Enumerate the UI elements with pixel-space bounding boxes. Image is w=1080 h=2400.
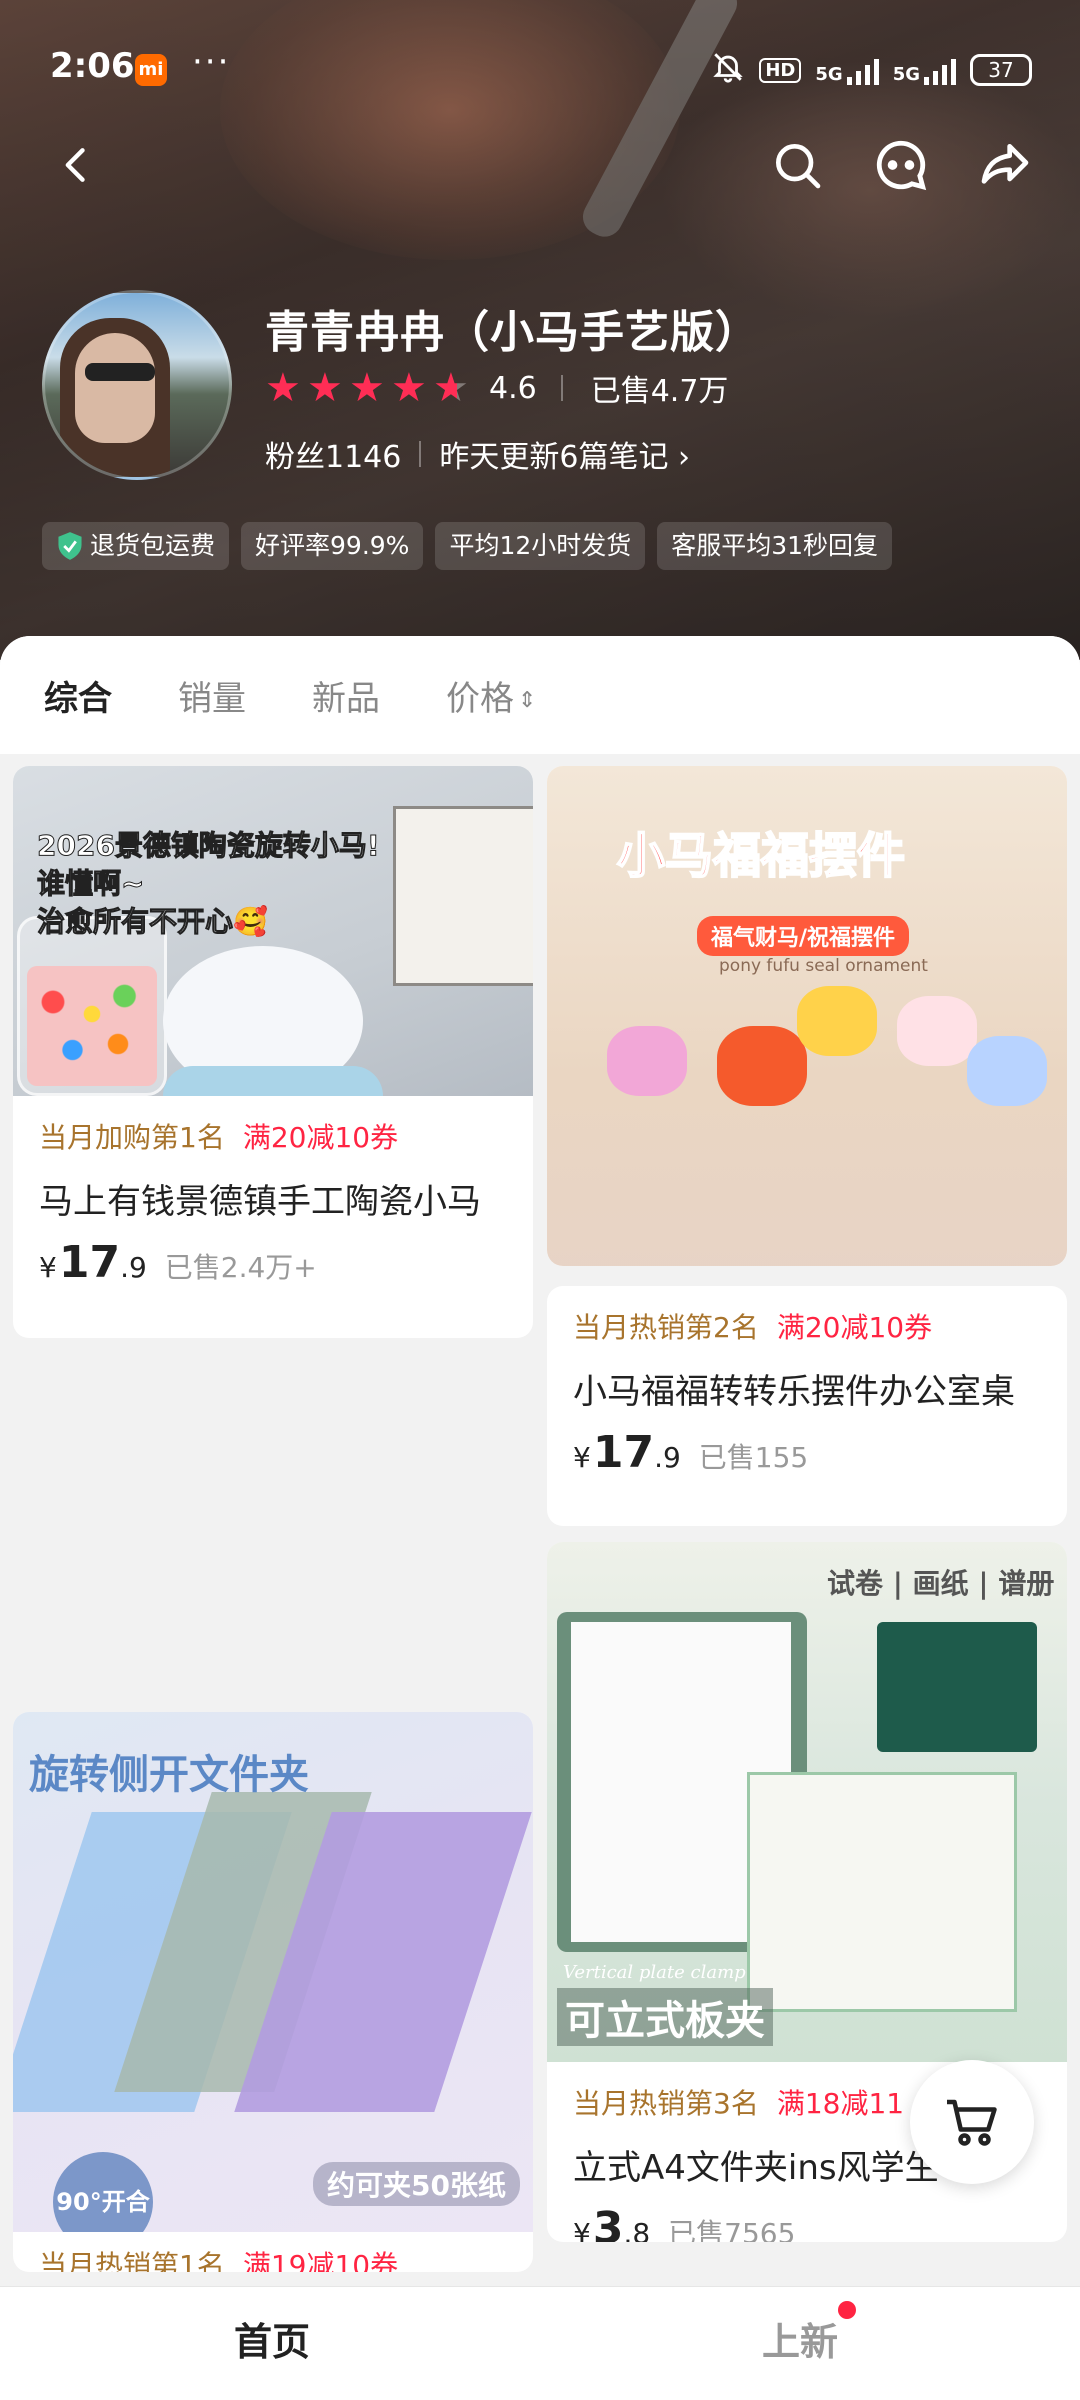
shop-rating: 4.6 xyxy=(489,370,537,406)
price: ¥3.8 已售7565 xyxy=(573,2203,1047,2242)
product-title: 小马福福转转乐摆件办公室桌 xyxy=(573,1372,1015,1412)
share-button[interactable] xyxy=(970,130,1040,200)
sort-tab-price[interactable]: 价格 ⇕ xyxy=(446,671,536,720)
product-image-1[interactable]: 2026景德镇陶瓷旋转小马! 谁懂啊~ 治愈所有不开心🥰 xyxy=(13,766,533,1096)
sold-count: 已售2.4万+ xyxy=(164,1251,317,1284)
search-icon xyxy=(776,144,821,189)
sort-arrows-icon: ⇕ xyxy=(518,687,537,713)
product-image-2[interactable]: 小马福福摆件 福气财马/祝福摆件 pony fufu seal ornament xyxy=(547,766,1067,1266)
shop-stats-row: 粉丝1146 昨天更新6篇笔记 › xyxy=(265,432,690,476)
product-card-2[interactable]: 小马福福摆件 福气财马/祝福摆件 pony fufu seal ornament xyxy=(547,766,1067,1266)
sort-tab-all[interactable]: 综合 xyxy=(44,671,112,720)
share-icon xyxy=(981,144,1029,184)
status-bar: 2:06 mi ··· HD 5G 5G 37 xyxy=(0,40,1080,100)
search-button[interactable] xyxy=(762,130,832,200)
sort-tab-sales[interactable]: 销量 xyxy=(178,671,246,720)
star-icon: ★ xyxy=(307,365,343,411)
shop-name[interactable]: 青青冉冉（小马手艺版） xyxy=(265,296,760,360)
shopping-cart-icon xyxy=(947,2099,997,2146)
hd-icon: HD xyxy=(759,57,802,83)
sort-tabs: 综合 销量 新品 价格 ⇕ xyxy=(0,636,1080,754)
chevron-right-icon: › xyxy=(678,440,690,475)
product-title: 马上有钱景德镇手工陶瓷小马 xyxy=(39,1182,481,1222)
more-notifications-icon: ··· xyxy=(192,42,231,82)
rank-badge: 当月加购第1名 xyxy=(39,1121,225,1154)
new-notification-dot xyxy=(838,2301,856,2319)
coupon-badge: 满20减10券 xyxy=(242,1121,399,1154)
service-tag-return: 退货包运费 xyxy=(42,522,230,570)
back-button[interactable] xyxy=(42,130,112,200)
shop-rating-row: ★ ★ ★ ★ ★ 4.6 已售4.7万 xyxy=(265,366,728,410)
price: ¥17.9 已售155 xyxy=(573,1427,809,1478)
sold-count: 已售7565 xyxy=(668,2217,796,2242)
status-time: 2:06 xyxy=(50,46,135,86)
chat-bubble-icon xyxy=(876,140,927,191)
product-card-1[interactable]: 2026景德镇陶瓷旋转小马! 谁懂啊~ 治愈所有不开心🥰 当月加购第1名 满20减… xyxy=(13,766,533,1338)
star-icon: ★ xyxy=(391,365,427,411)
signal-2: 5G xyxy=(893,55,956,85)
mute-bell-icon xyxy=(711,50,745,90)
shield-check-icon xyxy=(58,532,82,560)
mi-app-icon: mi xyxy=(135,54,167,86)
sold-count: 已售155 xyxy=(698,1441,809,1474)
price: ¥17.9 已售2.4万+ xyxy=(39,1237,317,1288)
half-star-icon: ★ xyxy=(433,368,473,408)
shop-sold: 已售4.7万 xyxy=(590,374,729,409)
product-image-4[interactable]: 试卷 | 画纸 | 谱册 Vertical plate clamp 可立式板夹 xyxy=(547,1542,1067,2062)
message-button[interactable] xyxy=(866,130,936,200)
product-image-3[interactable]: 旋转侧开文件夹 约可夹50张纸 90°开合 xyxy=(13,1712,533,2232)
bottom-nav: 首页 上新 xyxy=(0,2286,1080,2400)
service-tag-shipping: 平均12小时发货 xyxy=(435,522,646,570)
shop-service-tags: 退货包运费 好评率99.9% 平均12小时发货 客服平均31秒回复 xyxy=(42,522,893,570)
battery-icon: 37 xyxy=(970,54,1032,86)
nav-home[interactable]: 首页 xyxy=(234,2311,310,2366)
signal-1: 5G xyxy=(815,55,879,85)
star-icon: ★ xyxy=(265,365,301,411)
shop-fans: 粉丝1146 xyxy=(265,440,402,475)
product-card-3[interactable]: 旋转侧开文件夹 约可夹50张纸 90°开合 当月热销第1名 满19减10券 xyxy=(13,1712,533,2272)
cart-button[interactable] xyxy=(910,2060,1034,2184)
nav-new[interactable]: 上新 xyxy=(762,2311,838,2366)
service-tag-support: 客服平均31秒回复 xyxy=(657,522,893,570)
product-sheet: 综合 销量 新品 价格 ⇕ 2026景德镇陶瓷旋转小马! 谁懂啊~ 治愈所有不开心… xyxy=(0,636,1080,2336)
shop-avatar[interactable] xyxy=(42,290,232,480)
star-icon: ★ xyxy=(349,365,385,411)
back-arrow-icon xyxy=(65,148,85,182)
product-card-2-info[interactable]: 当月热销第2名 满20减10券 小马福福转转乐摆件办公室桌 ¥17.9 已售155 xyxy=(547,1286,1067,1526)
shop-update-link[interactable]: 昨天更新6篇笔记 › xyxy=(439,432,690,476)
service-tag-rating: 好评率99.9% xyxy=(241,522,424,570)
sort-tab-new[interactable]: 新品 xyxy=(312,671,380,720)
